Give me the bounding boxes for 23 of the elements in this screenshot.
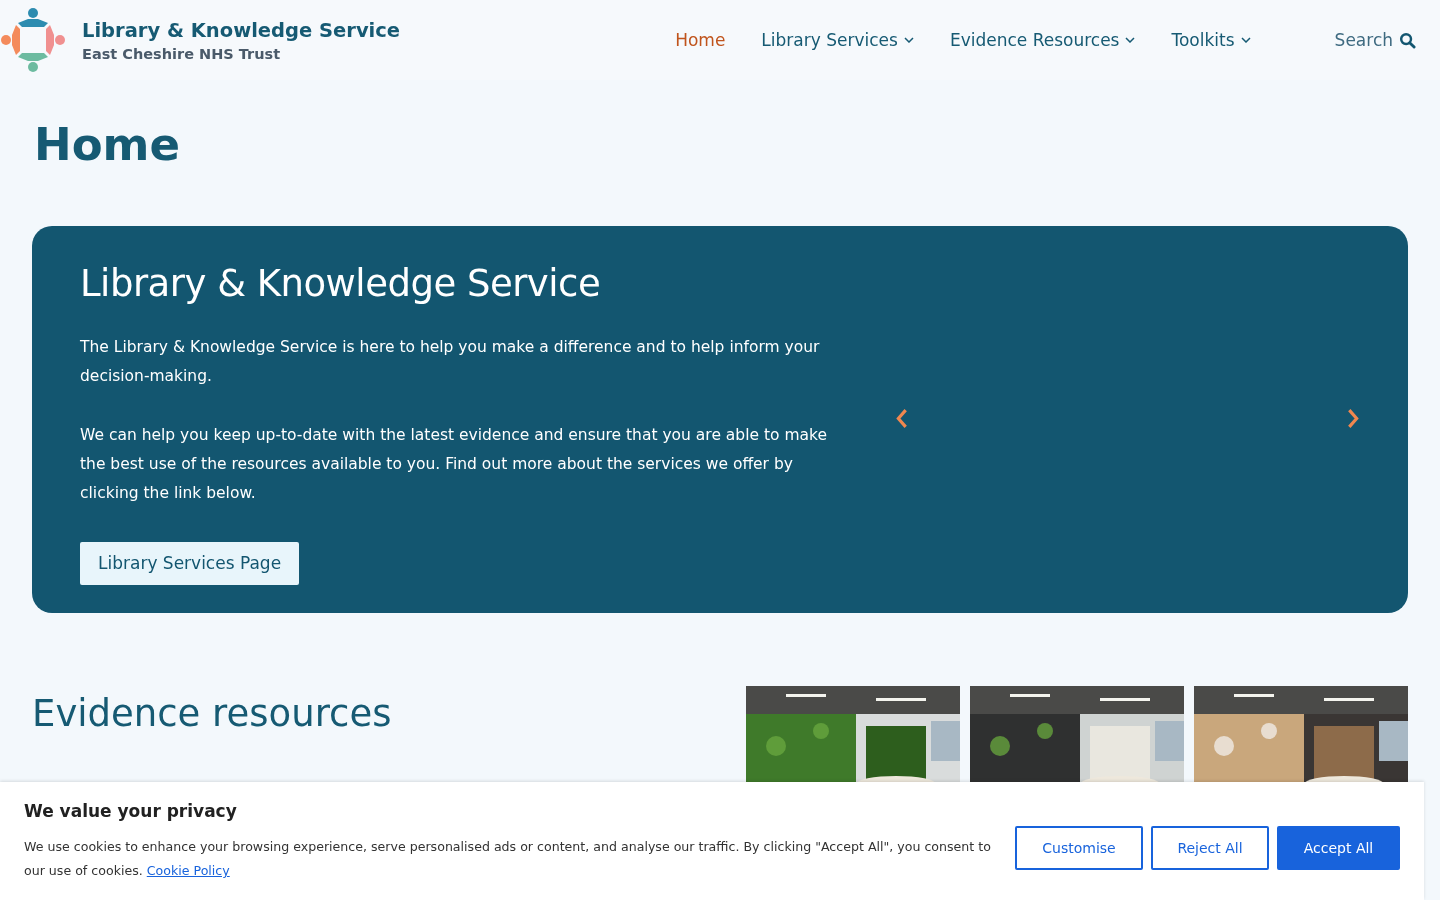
section-title: Evidence resources [32, 691, 392, 737]
cookie-policy-link[interactable]: Cookie Policy [146, 863, 230, 878]
cookie-button[interactable]: Customise [1015, 826, 1143, 870]
accept-button[interactable]: Accept All [1277, 826, 1400, 870]
hero-title: Library & Knowledge Service [80, 261, 602, 305]
hero-paragraph: We can help you keep up-to-date with the latest evidence and ensure that you are able to make the best use of the resources available to you. Find out more about the services we offer by clicking the link below. [80, 424, 828, 504]
nav-link[interactable]: Evidence Resources [949, 30, 1136, 50]
hero-paragraph: The Library & Knowledge Service is here to help you make a difference and to help inform your decision-making. [80, 336, 821, 387]
chevron-left-icon[interactable] [895, 408, 908, 429]
site-subtitle: East Cheshire NHS Trust [82, 45, 282, 62]
nav-link[interactable]: Library Services [761, 30, 914, 50]
site-title[interactable]: Library & Knowledge Service [82, 18, 401, 42]
chevron-right-icon[interactable] [1347, 408, 1360, 429]
cookie-button[interactable]: Reject All [1151, 826, 1269, 870]
page-title: Home [34, 120, 181, 170]
nav-link[interactable]: Home [675, 30, 726, 50]
library-services-button[interactable]: Library Services Page [80, 541, 300, 585]
cookie-title: We value your privacy [24, 801, 238, 821]
search-link[interactable]: Search [1334, 30, 1416, 50]
cookie-text: We use cookies to enhance your browsing experience, serve personalised ads or content, and analyse our traffic. By clicking "Accept All", you consent to our use of cookies. Cookie Policy [24, 838, 992, 880]
nav-link[interactable]: Toolkits [1171, 30, 1251, 50]
logo-icon [0, 7, 66, 73]
search-icon [1399, 31, 1416, 49]
